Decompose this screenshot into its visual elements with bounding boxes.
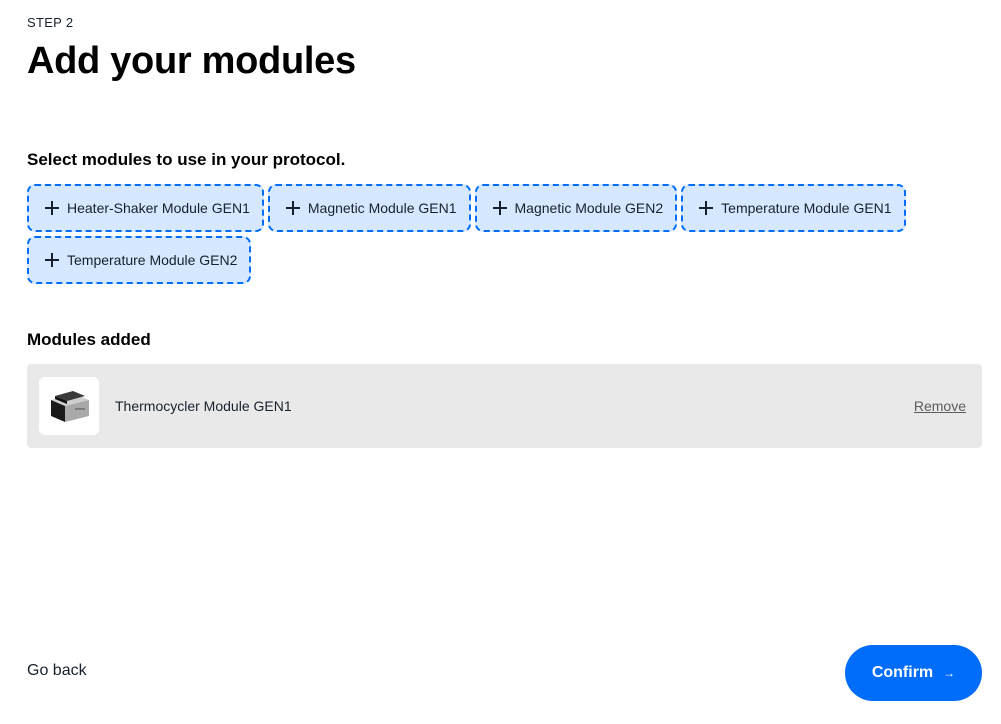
thermocycler-module-image-graphic [51, 391, 89, 422]
plus-icon [285, 201, 300, 215]
go-back-link[interactable]: Go back [27, 662, 87, 680]
select-modules-heading: Select modules to use in your protocol. [27, 150, 346, 169]
confirm-label: Confirm [871, 664, 934, 681]
added-module-name: Thermocycler Module GEN1 [115, 398, 292, 414]
add-modules-page: STEP 2 Add your modules Select modules t… [0, 0, 1001, 724]
plus-icon [45, 201, 59, 215]
plus-icon [699, 201, 714, 215]
module-option-label: Temperature Module GEN2 [67, 252, 238, 268]
list-item: Thermocycler Module GEN1 Remove [27, 364, 982, 448]
module-option-label: Temperature Module GEN1 [721, 200, 892, 216]
module-option-label: Magnetic Module GEN1 [307, 200, 457, 216]
add-heater-shaker-gen1-button[interactable]: Heater-Shaker Module GEN1 [27, 184, 264, 232]
step-label: STEP 2 [27, 15, 74, 30]
thermocycler-module-image [39, 377, 99, 435]
added-modules-list: Thermocycler Module GEN1 Remove [27, 364, 982, 448]
add-magnetic-gen2-button[interactable]: Magnetic Module GEN2 [474, 184, 678, 232]
arrow-right-icon: → [943, 666, 956, 680]
plus-icon [492, 201, 507, 215]
page-title: Add your modules [27, 40, 356, 82]
module-options-list: Heater-Shaker Module GEN1 Magnetic Modul… [27, 184, 967, 284]
remove-module-link[interactable]: Remove [914, 398, 966, 414]
modules-added-heading: Modules added [27, 330, 151, 349]
module-option-label: Heater-Shaker Module GEN1 [67, 200, 250, 216]
plus-icon [45, 253, 59, 267]
add-temperature-gen2-button[interactable]: Temperature Module GEN2 [27, 236, 252, 284]
confirm-button[interactable]: Confirm → [845, 645, 982, 701]
module-option-label: Magnetic Module GEN2 [514, 200, 664, 216]
add-magnetic-gen1-button[interactable]: Magnetic Module GEN1 [267, 184, 471, 232]
add-temperature-gen1-button[interactable]: Temperature Module GEN1 [681, 184, 906, 232]
